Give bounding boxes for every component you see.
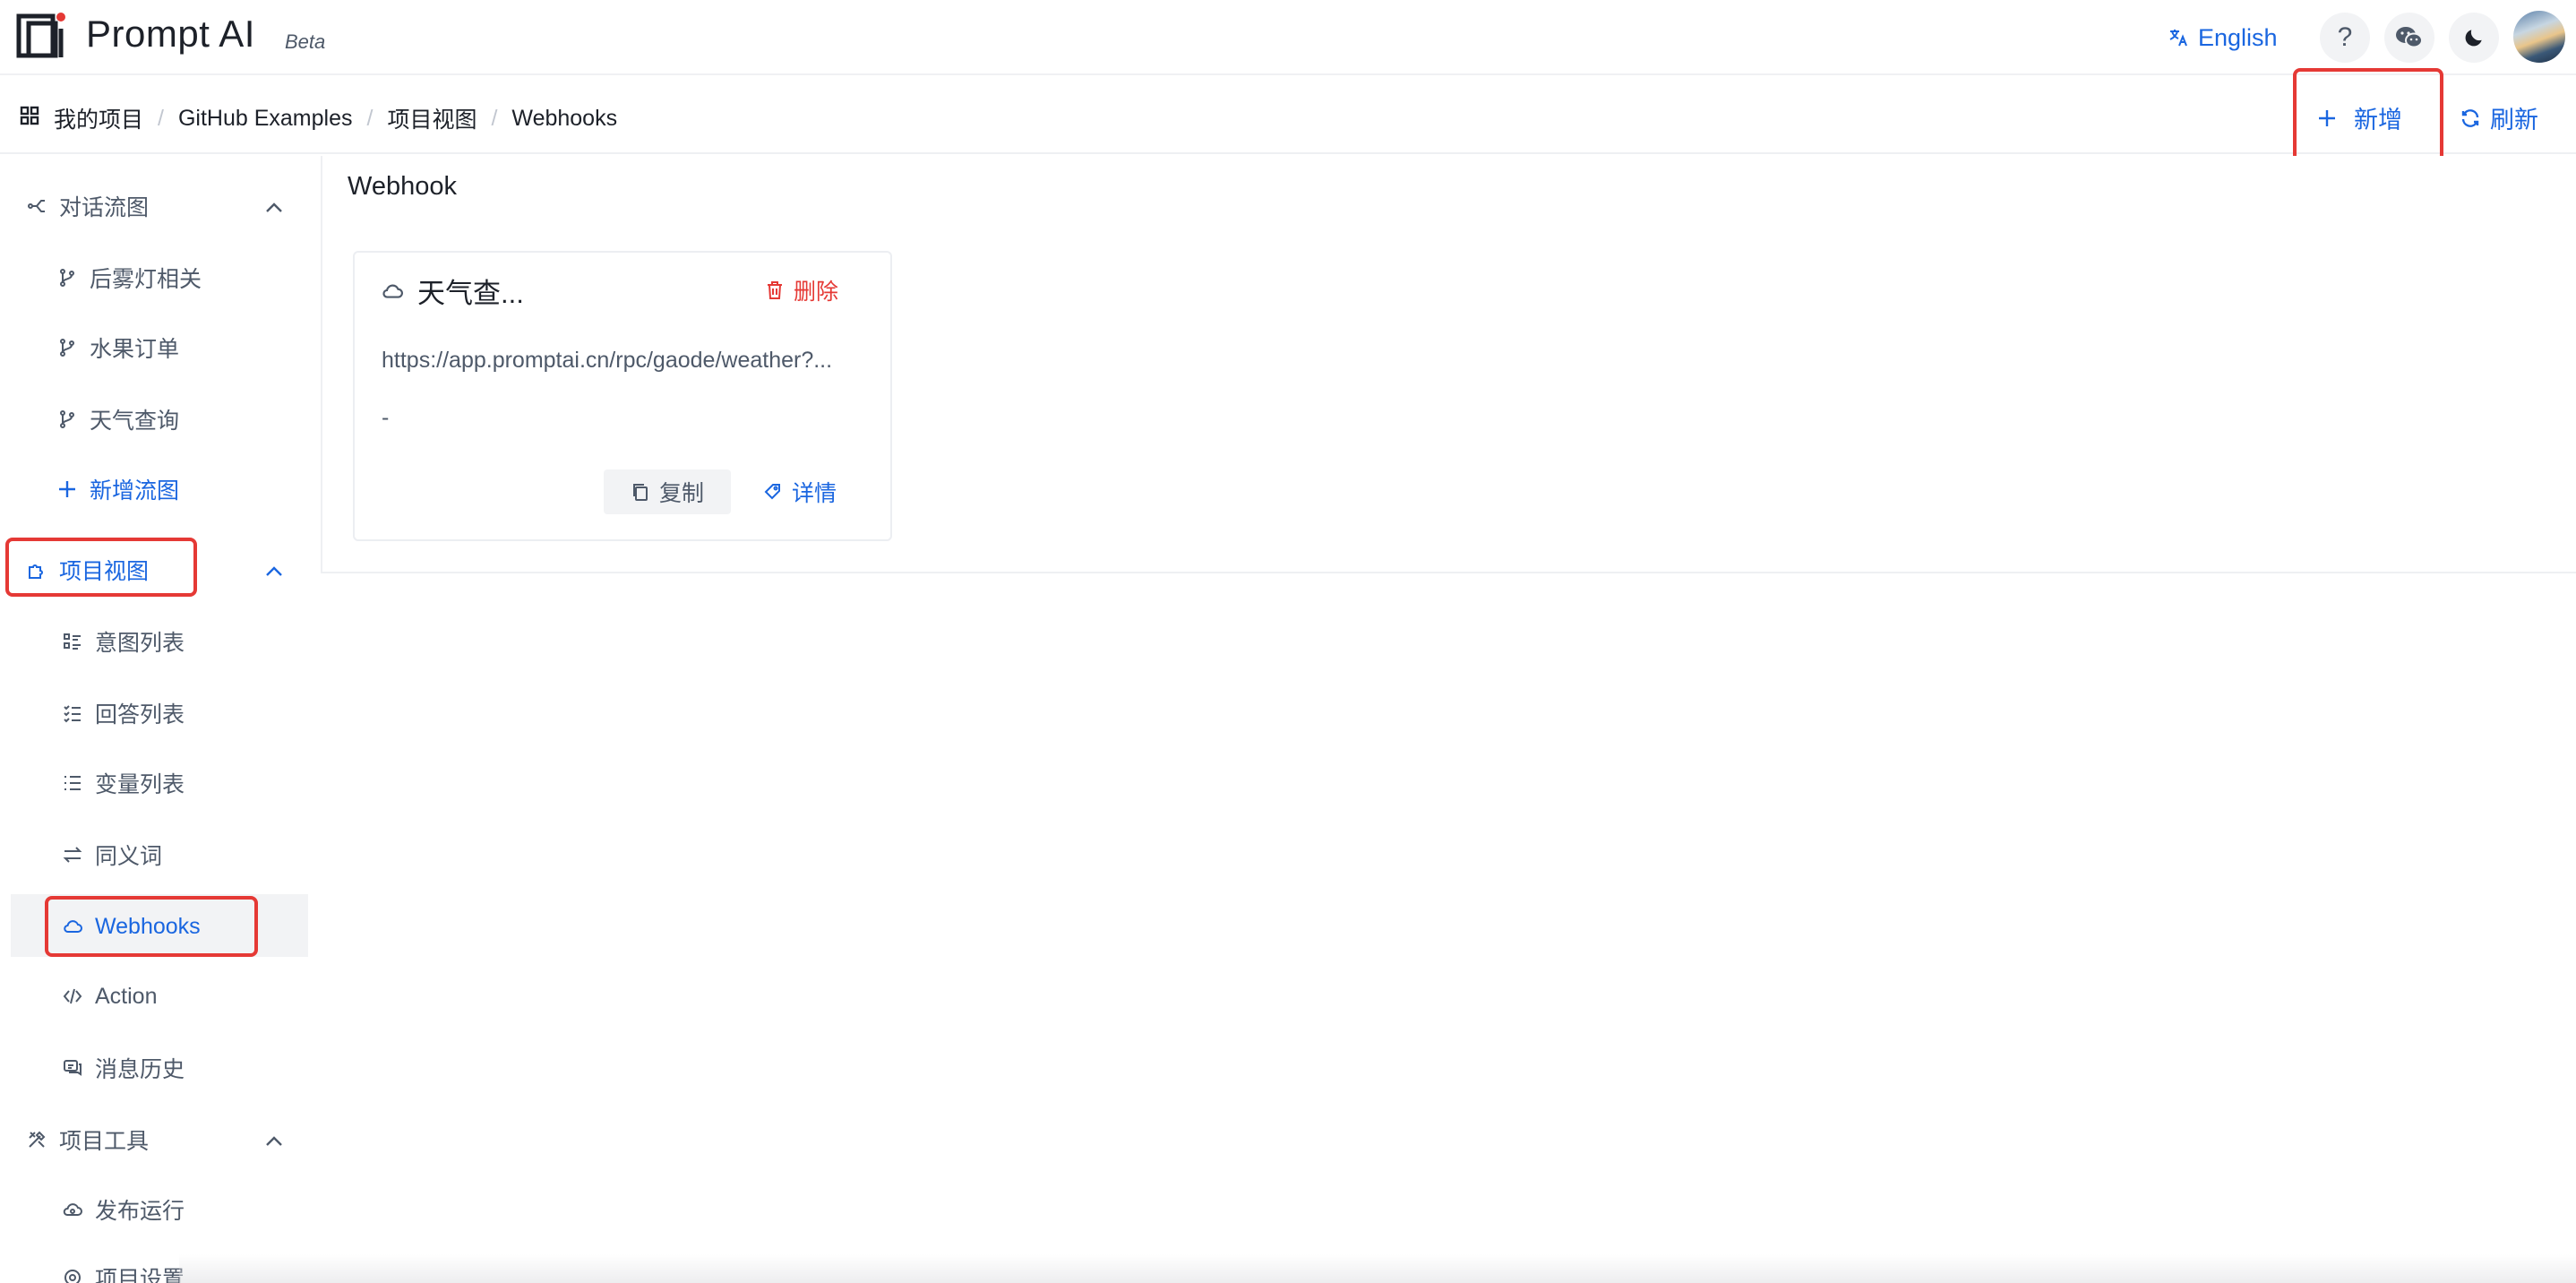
breadcrumb-project-view[interactable]: 项目视图: [387, 102, 477, 134]
sidebar-item-label: Action: [95, 983, 158, 1009]
chevron-up-icon[interactable]: [263, 1131, 285, 1152]
breadcrumb-my-projects[interactable]: 我的项目: [54, 102, 143, 134]
cloud-icon: [382, 284, 403, 298]
webhook-card: 天气查... 删除 https://app.promptai.cn/rpc/ga…: [353, 251, 892, 541]
sidebar-item-label: 天气查询: [90, 409, 180, 434]
prompt-ai-logo-icon: [16, 13, 65, 58]
sidebar-item-weather-query[interactable]: 天气查询: [57, 400, 179, 439]
sidebar-item-label: 发布运行: [95, 1199, 185, 1224]
sidebar-item-label: 变量列表: [95, 772, 185, 797]
git-branch-icon: [60, 410, 74, 428]
webhook-detail-button[interactable]: 详情: [763, 469, 837, 514]
sidebar-group-label: 项目工具: [59, 1129, 150, 1154]
webhook-url: https://app.promptai.cn/rpc/gaode/weathe…: [382, 348, 833, 373]
tag-icon: [764, 484, 780, 500]
sidebar-item-message-history[interactable]: 消息历史: [63, 1048, 185, 1088]
sidebar-item-label: 意图列表: [95, 631, 185, 656]
bottom-shadow: [179, 1254, 2576, 1283]
wechat-icon: [2396, 27, 2423, 48]
sidebar-item-action[interactable]: Action: [63, 977, 157, 1016]
breadcrumb-separator: /: [158, 105, 164, 131]
sidebar-item-fruit-order[interactable]: 水果订单: [57, 328, 179, 367]
trash-icon: [768, 281, 782, 299]
delete-label: 删除: [794, 280, 839, 305]
sidebar-item-label: 新增流图: [90, 478, 180, 504]
sidebar-item-rear-fog-light[interactable]: 后雾灯相关: [57, 258, 202, 297]
sidebar-item-label: 项目设置: [95, 1267, 185, 1283]
breadcrumb-separator: /: [491, 105, 498, 131]
sidebar-item-label: 水果订单: [90, 337, 180, 362]
sidebar-group-dialog-flow[interactable]: 对话流图: [27, 186, 149, 226]
swap-icon: [63, 847, 82, 863]
code-icon: [63, 988, 82, 1004]
tools-icon: [29, 1131, 46, 1148]
sidebar-item-answer-list[interactable]: 回答列表: [63, 693, 185, 733]
app-name: Prompt AI: [86, 13, 255, 55]
webhook-name: 天气查...: [417, 278, 524, 309]
detail-label: 详情: [792, 481, 837, 506]
checklist-icon: [64, 705, 81, 723]
chevron-up-icon[interactable]: [263, 561, 285, 582]
webhook-card-title: 天气查...: [382, 271, 524, 311]
settings-icon: [64, 1270, 81, 1283]
flow-branch-icon: [28, 200, 45, 212]
sidebar-item-synonyms[interactable]: 同义词: [63, 835, 162, 874]
sidebar-item-label: 后雾灯相关: [90, 267, 202, 292]
sidebar-item-label: 回答列表: [95, 702, 185, 728]
highlight-project-view: [5, 538, 197, 597]
cloud-eye-icon: [63, 1203, 82, 1216]
refresh-icon: [2461, 108, 2479, 127]
dark-mode-button[interactable]: [2449, 13, 2499, 63]
chevron-up-icon[interactable]: [263, 197, 285, 219]
sidebar-item-add-flow[interactable]: 新增流图: [57, 469, 179, 509]
wechat-button[interactable]: [2384, 13, 2434, 63]
sidebar-item-intent-list[interactable]: 意图列表: [63, 622, 185, 661]
sidebar-item-publish-run[interactable]: 发布运行: [63, 1190, 185, 1229]
beta-badge: Beta: [285, 30, 326, 53]
language-switch-button[interactable]: English: [2168, 20, 2278, 56]
refresh-label: 刷新: [2490, 107, 2538, 133]
copy-webhook-button[interactable]: 复制: [604, 469, 731, 514]
breadcrumb-separator: /: [366, 105, 374, 131]
grid-apps-icon[interactable]: [20, 106, 39, 125]
highlight-webhooks: [45, 896, 258, 957]
plus-icon: [59, 481, 75, 497]
moon-icon: [2465, 30, 2482, 47]
help-icon: ?: [2337, 22, 2353, 52]
user-avatar[interactable]: [2513, 11, 2565, 63]
page-title: Webhook: [348, 172, 457, 201]
webhook-description: -: [382, 405, 390, 430]
list-grid-icon: [64, 633, 81, 650]
breadcrumb: 我的项目 / GitHub Examples / 项目视图 / Webhooks: [54, 102, 617, 134]
help-button[interactable]: ?: [2320, 13, 2370, 63]
message-icon: [64, 1060, 82, 1076]
git-branch-icon: [60, 269, 74, 287]
top-header: Prompt AI Beta English ?: [0, 0, 2576, 75]
ordered-list-icon: [64, 776, 81, 790]
translate-icon: [2169, 30, 2187, 47]
sidebar-group-label: 对话流图: [59, 195, 150, 220]
sidebar-group-project-tools[interactable]: 项目工具: [27, 1120, 149, 1159]
refresh-button[interactable]: 刷新: [2460, 100, 2538, 135]
sidebar-item-project-settings[interactable]: 项目设置: [63, 1258, 185, 1283]
copy-icon: [632, 484, 648, 501]
sidebar-item-variable-list[interactable]: 变量列表: [63, 763, 185, 803]
delete-webhook-button[interactable]: 删除: [765, 274, 838, 306]
sidebar-item-label: 同义词: [95, 844, 163, 869]
breadcrumb-current: Webhooks: [511, 105, 618, 131]
sidebar-item-label: 消息历史: [95, 1057, 185, 1082]
copy-label: 复制: [658, 481, 704, 506]
git-branch-icon: [60, 339, 74, 357]
breadcrumb-project[interactable]: GitHub Examples: [178, 106, 353, 132]
language-label: English: [2198, 23, 2278, 51]
